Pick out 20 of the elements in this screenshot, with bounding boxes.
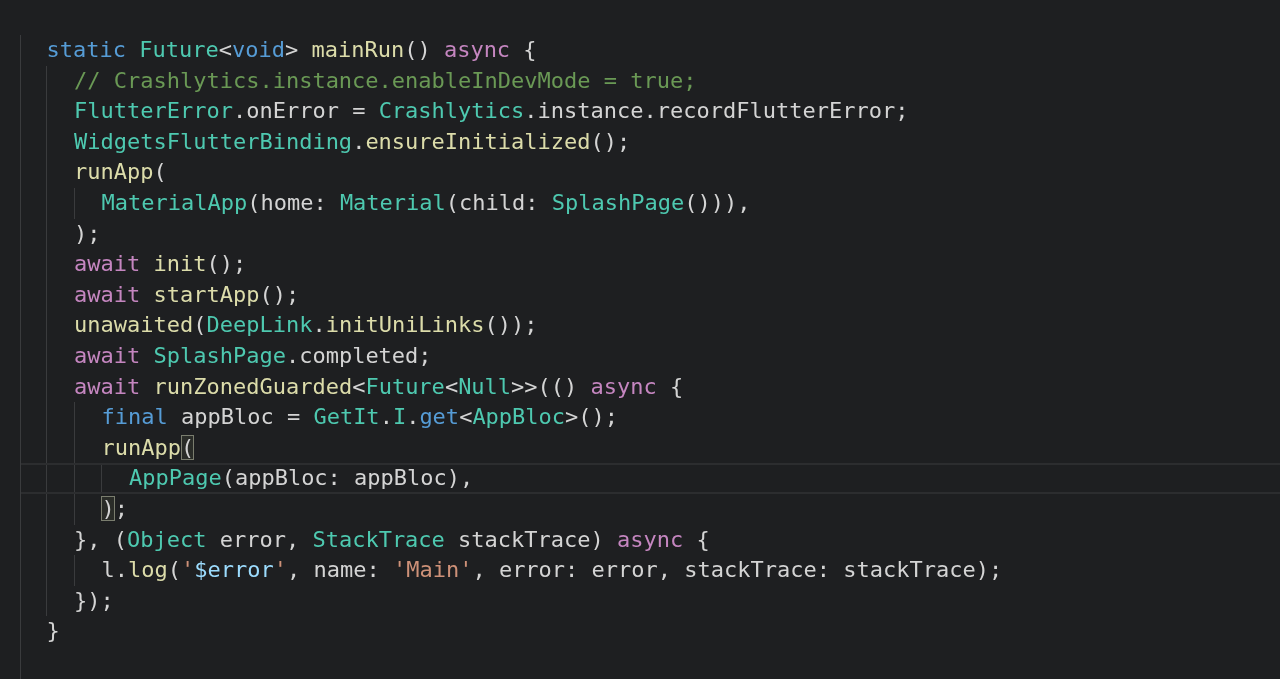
code-line: static Future<void> mainRun() async {	[46, 36, 538, 64]
code-line: }	[46, 617, 61, 646]
code-line: await startApp();	[73, 280, 301, 309]
code-line: await SplashPage.completed;	[73, 341, 433, 370]
code-line: MaterialApp(home: Material(child: SplashPage())),	[101, 188, 752, 217]
code-line: runApp(	[73, 158, 168, 187]
code-line: WidgetsFlutterBinding.ensureInitialized();	[73, 127, 632, 156]
code-line: final appBloc = GetIt.I.get<AppBloc>();	[101, 403, 620, 432]
code-line: });	[73, 586, 115, 615]
code-line: );	[73, 219, 102, 248]
code-line: l.log('$error', name: 'Main', error: error, stackTrace: stackTrace);	[101, 556, 1004, 585]
code-line: await init();	[73, 250, 248, 279]
code-line: unawaited(DeepLink.initUniLinks());	[73, 311, 539, 340]
code-line: );	[101, 494, 129, 523]
code-line: // Crashlytics.instance.enableInDevMode = true;	[73, 66, 698, 95]
code-line: runApp(	[101, 433, 196, 462]
code-line: FlutterError.onError = Crashlytics.instance.recordFlutterError;	[73, 97, 910, 126]
code-line: AppPage(appBloc: appBloc),	[21, 463, 1280, 494]
code-line: }, (Object error, StackTrace stackTrace) async {	[73, 525, 711, 554]
code-line: await runZonedGuarded<Future<Null>>(() async {	[73, 372, 685, 401]
